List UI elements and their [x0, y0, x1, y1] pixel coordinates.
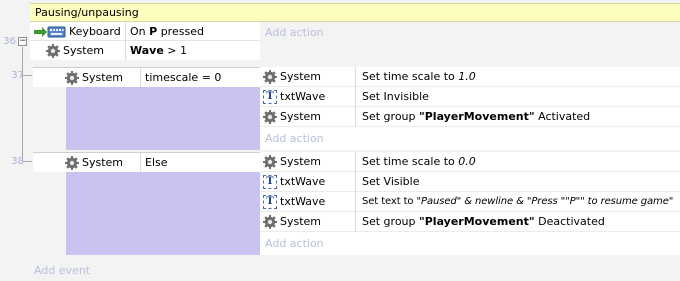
action-object: System	[280, 70, 322, 83]
condition-object: System	[82, 156, 124, 169]
condition-text: timescale = 0	[145, 71, 222, 84]
action-object: System	[280, 155, 322, 168]
action-object: txtWave	[280, 195, 326, 208]
event-38-conditions[interactable]: System Else	[33, 152, 260, 172]
keyboard-icon	[34, 26, 66, 38]
action-row[interactable]: System Set time scale to 1.0	[260, 67, 680, 87]
text-object-icon: T	[263, 89, 277, 104]
add-action-link[interactable]: Add action	[265, 234, 324, 253]
add-event-link[interactable]: Add event	[34, 261, 90, 280]
text-object-icon: T	[263, 194, 277, 209]
action-text: Set Invisible	[362, 90, 429, 103]
event-37-indent-area	[66, 87, 260, 150]
action-row[interactable]: System Set time scale to 0.0	[260, 152, 680, 172]
event-37-conditions[interactable]: System timescale = 0	[33, 67, 260, 87]
action-row[interactable]: T txtWave Set Visible	[260, 172, 680, 192]
action-text: Set group "PlayerMovement" Activated	[362, 110, 591, 123]
action-text: Set time scale to 0.0	[362, 155, 476, 168]
event-number: 38	[11, 156, 24, 167]
gear-icon	[263, 214, 277, 229]
gear-icon	[263, 109, 277, 124]
action-object: txtWave	[280, 175, 326, 188]
event-number: 37	[11, 70, 24, 81]
event-36-conditions[interactable]: Keyboard On P pressed System Wave > 1	[30, 22, 260, 60]
gear-icon	[263, 154, 277, 169]
condition-row[interactable]: Keyboard On P pressed	[30, 22, 260, 41]
action-object: System	[280, 110, 322, 123]
condition-text: On P pressed	[130, 25, 204, 38]
condition-row[interactable]: System timescale = 0	[33, 68, 260, 87]
collapse-button[interactable]: −	[18, 37, 27, 46]
gear-icon	[65, 70, 79, 85]
add-action-row: Add action	[260, 232, 680, 255]
gear-icon	[65, 155, 79, 170]
add-action-link[interactable]: Add action	[265, 23, 324, 42]
condition-row[interactable]: System Wave > 1	[30, 41, 260, 60]
group-title: Pausing/unpausing	[35, 6, 139, 19]
action-text: Set time scale to 1.0	[362, 70, 476, 83]
event-38-indent-area	[66, 172, 260, 255]
action-text: Set Visible	[362, 175, 420, 188]
add-action-link[interactable]: Add action	[265, 129, 324, 148]
action-object: txtWave	[280, 90, 326, 103]
text-object-icon: T	[263, 174, 277, 189]
add-action-row: Add action	[260, 127, 680, 150]
gear-icon	[263, 69, 277, 84]
action-row[interactable]: T txtWave Set Invisible	[260, 87, 680, 107]
condition-row[interactable]: System Else	[33, 153, 260, 172]
group-header[interactable]: Pausing/unpausing	[30, 3, 680, 22]
action-object: System	[280, 215, 322, 228]
action-row[interactable]: System Set group "PlayerMovement" Deacti…	[260, 212, 680, 232]
action-text: Set text to "Paused" & newline & "Press …	[362, 196, 674, 207]
condition-object: System	[63, 44, 105, 57]
condition-object: Keyboard	[69, 25, 121, 38]
action-row[interactable]: System Set group "PlayerMovement" Activa…	[260, 107, 680, 127]
condition-text: Wave > 1	[130, 44, 188, 57]
action-text: Set group "PlayerMovement" Deactivated	[362, 215, 605, 228]
condition-object: System	[82, 71, 124, 84]
event-number: 36	[3, 36, 16, 47]
action-row[interactable]: T txtWave Set text to "Paused" & newline…	[260, 192, 680, 212]
condition-text: Else	[145, 156, 168, 169]
gear-icon	[46, 43, 60, 58]
